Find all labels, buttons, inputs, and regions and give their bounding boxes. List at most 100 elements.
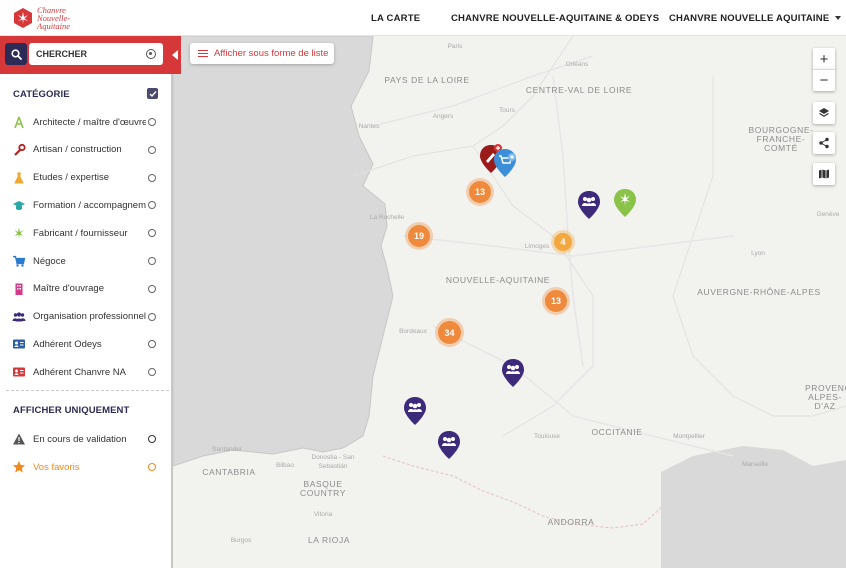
marker-cluster[interactable]: 13: [545, 290, 567, 312]
map-region-label: ANDORRA: [547, 517, 595, 527]
compass-icon: [12, 115, 26, 129]
category-item[interactable]: Organisation professionnelle: [0, 307, 168, 327]
logo-text: Chanvre Nouvelle- Aquitaine: [37, 6, 70, 31]
collapse-sidebar-button[interactable]: [168, 44, 181, 66]
category-item[interactable]: Fabricant / fournisseur: [0, 223, 168, 243]
marker-cluster[interactable]: 19: [408, 225, 430, 247]
category-item[interactable]: Négoce: [0, 251, 168, 271]
category-radio[interactable]: [148, 118, 156, 126]
map-region-label: CANTABRIA: [202, 467, 256, 477]
map-region-label: BASQUE COUNTRY: [299, 479, 347, 498]
map[interactable]: PAYS DE LA LOIRE CENTRE-VAL DE LOIRE BOU…: [173, 36, 846, 568]
category-label: Fabricant / fournisseur: [33, 227, 128, 239]
category-label: Formation / accompagnement: [33, 199, 146, 211]
category-label: Organisation professionnelle: [33, 311, 146, 323]
cluster-count: 13: [550, 296, 561, 306]
category-radio[interactable]: [148, 368, 156, 377]
filter-label: Vos favoris: [33, 461, 80, 473]
map-city-label: Bordeaux: [399, 328, 427, 335]
organisation-marker-pin[interactable]: [437, 430, 461, 460]
select-all-checkbox[interactable]: [147, 88, 158, 99]
category-radio[interactable]: [148, 312, 156, 321]
organisation-marker-pin[interactable]: [501, 358, 525, 388]
plus-icon: +: [819, 50, 829, 68]
wrench-icon: [12, 143, 26, 157]
logo[interactable]: Chanvre Nouvelle- Aquitaine: [12, 5, 92, 31]
warning-icon: [12, 432, 26, 446]
category-item[interactable]: Formation / accompagnement: [0, 195, 168, 215]
filter-radio[interactable]: [148, 435, 156, 443]
nav-chanvre-odeys[interactable]: CHANVRE NOUVELLE-AQUITAINE & ODEYS: [451, 0, 659, 36]
map-city-label: Tours: [499, 107, 515, 114]
category-radio[interactable]: [148, 173, 156, 182]
share-button[interactable]: [813, 132, 835, 154]
cluster-count: 13: [474, 187, 485, 197]
organisation-marker-pin[interactable]: [403, 396, 427, 426]
category-item[interactable]: Artisan / construction: [0, 140, 168, 160]
hemp-logo-icon: [14, 8, 32, 28]
map-city-label: Orléans: [565, 61, 589, 68]
map-city-label: Toulouse: [533, 433, 561, 440]
cluster-count: 34: [444, 327, 455, 338]
fabricant-marker-pin[interactable]: [613, 188, 637, 218]
category-radio[interactable]: [148, 229, 156, 238]
search-input[interactable]: [29, 43, 163, 65]
map-city-label: Donostia - San Sebastián: [311, 454, 355, 470]
divider: [6, 390, 169, 391]
category-item[interactable]: Maître d'ouvrage: [0, 279, 168, 299]
category-label: Maître d'ouvrage: [33, 283, 104, 295]
id-card-icon: [12, 337, 26, 351]
category-radio[interactable]: [148, 201, 156, 210]
users-icon: [12, 310, 26, 324]
search-button[interactable]: [5, 43, 27, 65]
filter-radio[interactable]: [148, 463, 156, 471]
filter-label: En cours de validation: [33, 433, 127, 445]
geolocate-icon[interactable]: [146, 49, 156, 59]
map-region-label: BOURGOGNE-FRANCHE-COMTÉ: [748, 125, 814, 153]
filter-item[interactable]: Vos favoris: [0, 457, 168, 477]
graduation-cap-icon: [12, 198, 26, 212]
map-city-label: Limoges: [524, 243, 550, 250]
category-item[interactable]: Adhérent Chanvre NA: [0, 362, 168, 382]
marker-cluster[interactable]: 4: [554, 233, 572, 251]
layers-button[interactable]: [813, 102, 835, 124]
nav-la-carte[interactable]: LA CARTE: [371, 0, 420, 36]
organisation-marker-pin[interactable]: [577, 190, 601, 220]
negoce-marker-pin[interactable]: [493, 148, 517, 178]
map-region-label: NOUVELLE-AQUITAINE: [445, 275, 551, 285]
category-radio[interactable]: [148, 257, 156, 265]
layers-icon: [819, 108, 829, 117]
category-radio[interactable]: [148, 284, 156, 293]
map-city-label: Angers: [432, 113, 454, 120]
map-view-button[interactable]: [813, 163, 835, 185]
marker-cluster[interactable]: 34: [438, 321, 461, 344]
category-label: Adhérent Chanvre NA: [33, 366, 126, 378]
category-item[interactable]: Etudes / expertise: [0, 168, 168, 188]
category-radio[interactable]: [148, 145, 156, 154]
category-label: Artisan / construction: [33, 144, 122, 156]
map-city-label: Nantes: [358, 123, 380, 130]
zoom-out-button[interactable]: −: [813, 69, 835, 91]
hemp-leaf-icon: [12, 226, 26, 240]
search-icon: [10, 48, 22, 60]
category-label: Etudes / expertise: [33, 172, 110, 184]
category-label: Adhérent Odeys: [33, 338, 102, 350]
cluster-count: 4: [560, 237, 566, 247]
map-region-label: CENTRE-VAL DE LOIRE: [525, 85, 633, 95]
filter-item[interactable]: En cours de validation: [0, 429, 168, 449]
cluster-count: 19: [413, 231, 424, 241]
nav-chanvre-dropdown[interactable]: CHANVRE NOUVELLE AQUITAINE: [669, 0, 842, 36]
category-item[interactable]: Architecte / maître d'œuvre: [0, 112, 168, 132]
category-item[interactable]: Adhérent Odeys: [0, 334, 168, 354]
map-region-label: AUVERGNE-RHÔNE-ALPES: [697, 287, 821, 297]
marker-cluster[interactable]: 13: [469, 181, 491, 203]
category-radio[interactable]: [148, 340, 156, 349]
nav-label: CHANVRE NOUVELLE-AQUITAINE & ODEYS: [451, 12, 660, 24]
category-title: CATÉGORIE: [13, 89, 70, 100]
map-city-label: Vitoria: [313, 511, 333, 518]
zoom-in-button[interactable]: +: [813, 48, 835, 70]
id-card-icon: [12, 365, 26, 379]
show-as-list-button[interactable]: Afficher sous forme de liste: [190, 43, 334, 64]
nav-label: CHANVRE NOUVELLE AQUITAINE: [669, 12, 830, 24]
chevron-left-icon: [171, 50, 178, 60]
